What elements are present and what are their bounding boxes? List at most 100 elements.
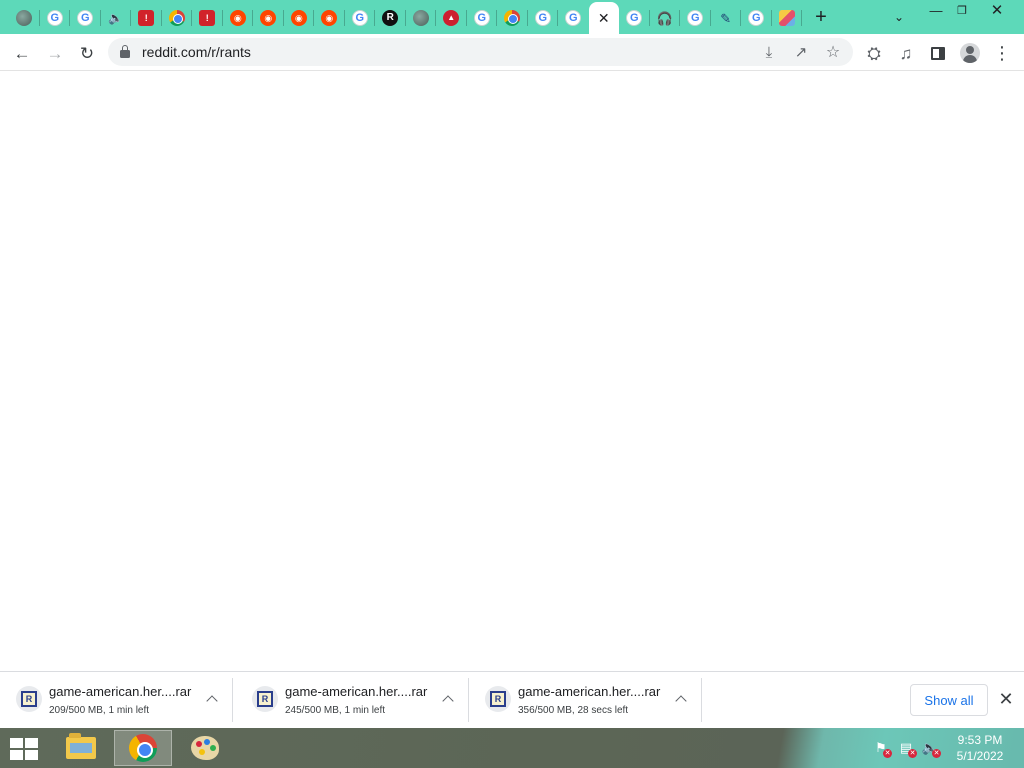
browser-toolbar: ← → ↻ reddit.com/r/rants ⤓ ↗ ☆ ⛭ ♫ ⋮ <box>0 34 1024 71</box>
taskbar-app-paint[interactable] <box>176 730 234 766</box>
action-center-flag-icon[interactable]: ⚑ ✕ <box>872 740 892 758</box>
google-icon: G <box>351 10 368 26</box>
tab-active[interactable]: ✕ <box>588 2 619 34</box>
chrome-icon <box>129 734 157 762</box>
chrome-icon <box>168 10 185 26</box>
taskbar-app-file-explorer[interactable] <box>52 730 110 766</box>
profile-button[interactable] <box>958 41 982 65</box>
media-control-button[interactable]: ♫ <box>894 41 918 65</box>
back-button[interactable]: ← <box>10 41 34 65</box>
tab-24[interactable]: ✎ <box>711 2 742 34</box>
tab-9[interactable]: ◉ <box>253 2 284 34</box>
tab-22[interactable]: 🎧 <box>650 2 681 34</box>
tab-5[interactable]: ! <box>131 2 162 34</box>
extensions-button[interactable]: ⛭ <box>862 41 886 65</box>
tab-23[interactable]: G <box>680 2 711 34</box>
tab-strip: G G 🔈 ! ! ◉ ◉ ◉ ◉ G R ▲ G G G ✕ G 🎧 G ✎ … <box>0 0 1024 34</box>
download-options-button[interactable] <box>439 690 457 708</box>
download-item[interactable]: R game-american.her....rar 356/500 MB, 2… <box>469 672 702 728</box>
google-icon: G <box>534 10 551 26</box>
side-panel-button[interactable] <box>926 41 950 65</box>
google-icon: G <box>626 10 643 26</box>
reddit-icon: ◉ <box>229 10 246 26</box>
avatar <box>960 43 980 63</box>
volume-muted-icon[interactable]: 🔈 ✕ <box>921 740 941 758</box>
bookmark-star-icon[interactable]: ☆ <box>822 41 844 63</box>
lock-icon[interactable] <box>120 45 130 58</box>
chevron-up-icon <box>675 695 687 707</box>
globe-icon <box>412 10 429 26</box>
tab-10[interactable]: ◉ <box>284 2 315 34</box>
google-icon: G <box>565 10 582 26</box>
network-icon[interactable]: ▤ ✕ <box>897 740 917 758</box>
download-status: 209/500 MB, 1 min left <box>49 705 150 716</box>
clock-time: 9:53 PM <box>957 733 1003 747</box>
show-all-button[interactable]: Show all <box>910 684 988 716</box>
window-close-button[interactable]: ✕ <box>980 0 1014 22</box>
google-icon: G <box>473 10 490 26</box>
tab-13[interactable]: R <box>375 2 406 34</box>
address-bar[interactable]: reddit.com/r/rants ⤓ ↗ ☆ <box>108 38 853 66</box>
start-button[interactable] <box>10 738 38 760</box>
restore-icon: ❐ <box>957 5 967 17</box>
red-circle-icon: ▲ <box>443 10 460 26</box>
url-text[interactable]: reddit.com/r/rants <box>142 44 251 60</box>
paint-palette-icon <box>191 736 219 760</box>
chevron-down-icon: ⌄ <box>893 10 905 24</box>
chevron-up-icon <box>442 695 454 707</box>
rar-file-icon: R <box>16 686 42 712</box>
reddit-icon: ◉ <box>290 10 307 26</box>
tab-2[interactable]: G <box>40 2 71 34</box>
tab-14[interactable] <box>406 2 437 34</box>
tab-search-button[interactable]: ⌄ <box>882 6 916 28</box>
share-icon[interactable]: ↗ <box>790 41 812 63</box>
tab-26[interactable] <box>772 2 803 34</box>
install-icon[interactable]: ⤓ <box>758 41 780 63</box>
download-status: 245/500 MB, 1 min left <box>285 705 386 716</box>
taskbar-app-chrome[interactable] <box>114 730 172 766</box>
tab-3[interactable]: G <box>70 2 101 34</box>
rar-file-icon: R <box>252 686 278 712</box>
tab-4[interactable]: 🔈 <box>101 2 132 34</box>
close-shelf-button[interactable]: ✕ <box>996 689 1016 709</box>
reload-icon: ↻ <box>79 43 95 63</box>
new-tab-button[interactable]: + <box>810 6 832 28</box>
restore-button[interactable]: ❐ <box>945 0 979 22</box>
pen-icon: ✎ <box>720 10 732 26</box>
tab-19[interactable]: G <box>558 2 589 34</box>
forward-button[interactable]: → <box>43 41 67 65</box>
tab-25[interactable]: G <box>741 2 772 34</box>
tab-16[interactable]: G <box>467 2 498 34</box>
close-icon[interactable]: ✕ <box>598 11 610 25</box>
download-options-button[interactable] <box>203 690 221 708</box>
tab-6[interactable] <box>162 2 193 34</box>
download-item[interactable]: R game-american.her....rar 209/500 MB, 1… <box>0 672 233 728</box>
taskbar: ⚑ ✕ ▤ ✕ 🔈 ✕ 9:53 PM 5/1/2022 <box>0 728 1024 768</box>
reload-button[interactable]: ↻ <box>75 41 99 65</box>
image-icon <box>778 10 795 26</box>
tab-15[interactable]: ▲ <box>436 2 467 34</box>
side-panel-icon <box>931 46 945 60</box>
globe-icon <box>16 10 33 26</box>
download-options-button[interactable] <box>672 690 690 708</box>
close-icon: ✕ <box>998 688 1014 709</box>
tab-18[interactable]: G <box>528 2 559 34</box>
tab-17[interactable] <box>497 2 528 34</box>
tab-11[interactable]: ◉ <box>314 2 345 34</box>
divider <box>232 678 233 722</box>
google-icon: G <box>687 10 704 26</box>
divider <box>701 678 702 722</box>
tab-8[interactable]: ◉ <box>223 2 254 34</box>
arrow-left-icon: ← <box>13 43 31 63</box>
close-icon: ✕ <box>990 2 1004 19</box>
tab-7[interactable]: ! <box>192 2 223 34</box>
system-clock[interactable]: 9:53 PM 5/1/2022 <box>948 732 1012 764</box>
download-status: 356/500 MB, 28 secs left <box>518 705 629 716</box>
arrow-right-icon: → <box>46 43 64 63</box>
download-item[interactable]: R game-american.her....rar 245/500 MB, 1… <box>236 672 469 728</box>
tab-21[interactable]: G <box>619 2 650 34</box>
chrome-icon <box>504 10 521 26</box>
browser-menu-button[interactable]: ⋮ <box>990 41 1014 65</box>
tab-1[interactable] <box>9 2 40 34</box>
tab-12[interactable]: G <box>345 2 376 34</box>
